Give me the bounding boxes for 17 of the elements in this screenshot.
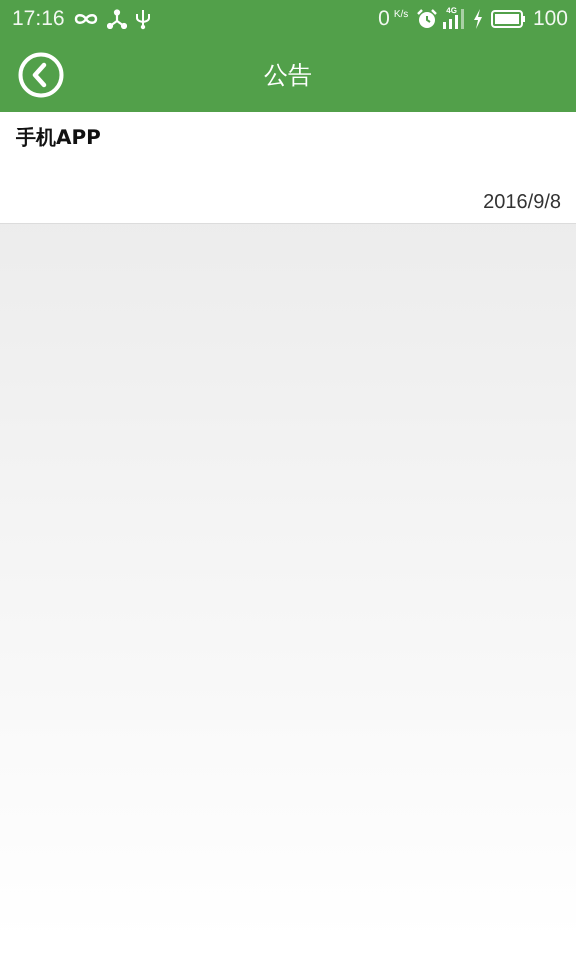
- network-type-text: 4G: [446, 6, 457, 15]
- notice-item[interactable]: 手机APP 2016/9/8: [0, 112, 576, 223]
- speed-unit-text: K/s: [394, 9, 408, 20]
- clock-text: 17:16: [12, 7, 65, 31]
- alarm-clock-icon: [416, 8, 438, 30]
- charging-bolt-icon: [472, 9, 483, 29]
- signal-icon: [442, 9, 465, 29]
- speed-text: 0: [378, 7, 390, 31]
- infinity-icon: [72, 12, 99, 26]
- page-title: 公告: [263, 60, 313, 91]
- battery-level-text: 100: [532, 7, 568, 31]
- notice-date: 2016/9/8: [483, 191, 561, 214]
- battery-icon: [490, 10, 525, 28]
- back-icon[interactable]: [18, 52, 64, 98]
- usb-icon: [134, 8, 151, 30]
- notice-title: 手机APP: [16, 124, 101, 151]
- share-node-icon: [106, 9, 127, 29]
